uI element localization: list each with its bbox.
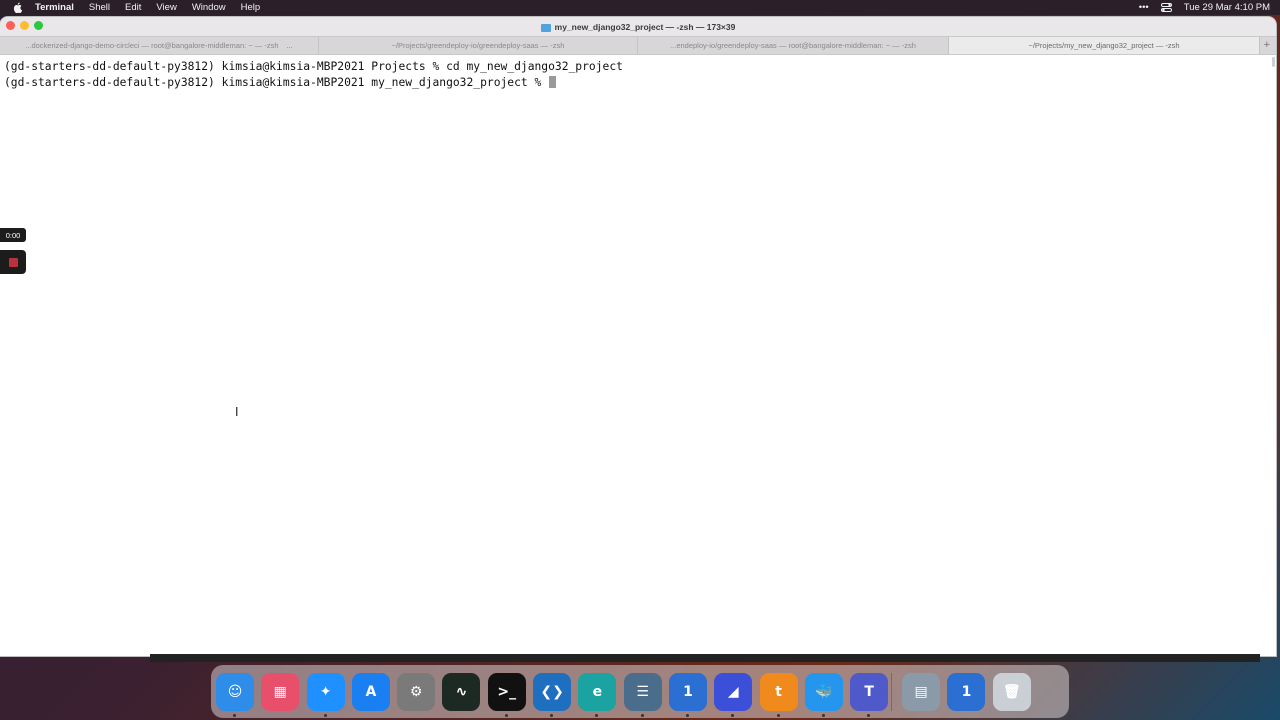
window-title: my_new_django32_project — -zsh — 173×39 [554,21,736,32]
tab-label: ~/Projects/my_new_django32_project — -zs… [1028,41,1180,50]
dock-separator [891,672,893,711]
transmit-icon[interactable]: t [759,672,798,717]
tab-label: ...endeploy-io/greendeploy-saas — root@b… [670,41,916,50]
menu-bar: Terminal Shell Edit View Window Help •••… [0,0,1280,15]
desktop-strip [150,654,1260,662]
preview-icon[interactable]: ▤ [902,672,941,711]
tab-greendeploy-saas[interactable]: ~/Projects/greendeploy-io/greendeploy-sa… [319,37,638,54]
running-indicator [504,713,508,717]
running-indicator [776,713,780,717]
menu-view[interactable]: View [156,0,176,15]
zoom-button[interactable] [34,21,43,30]
docker-icon[interactable]: 🐳 [804,672,843,717]
stop-recording-button[interactable] [0,250,26,274]
menu-shell[interactable]: Shell [89,0,110,15]
dock: ☺ ▦ ✦ A ⚙ ∿ >_ ❮❯ e ☰ 1 ◢ t 🐳 T ▤ 1 🗑 [211,665,1069,718]
recording-timer: 0:00 [0,228,26,242]
running-indicator [821,713,825,717]
menu-clock[interactable]: Tue 29 Mar 4:10 PM [1184,2,1270,13]
safari-icon[interactable]: ✦ [306,672,345,717]
tab-dockerized-django[interactable]: ...dockerized-django-demo-circleci — roo… [0,37,319,54]
new-tab-button[interactable]: + [1264,39,1270,51]
tab-label: ~/Projects/greendeploy-io/greendeploy-sa… [391,41,565,50]
running-indicator [233,713,236,717]
vscode-icon[interactable]: ❮❯ [533,672,572,717]
finder-icon[interactable]: ☺ [216,672,254,717]
launchpad-icon[interactable]: ▦ [261,672,300,711]
running-indicator [595,713,599,717]
menu-app-name[interactable]: Terminal [35,0,74,15]
stop-icon [8,257,18,267]
1password-doc-icon[interactable]: 1 [947,672,986,711]
edge-icon[interactable]: e [578,672,617,717]
teams-icon[interactable]: T [850,672,889,717]
tab-greendeploy-remote[interactable]: ...endeploy-io/greendeploy-saas — root@b… [638,37,949,54]
trash-icon[interactable]: 🗑 [992,672,1031,711]
archive-icon[interactable]: ☰ [623,672,662,717]
system-preferences-icon[interactable]: ⚙ [397,672,436,711]
ibeam-cursor-icon: I [235,405,239,419]
menu-help[interactable]: Help [241,0,261,15]
terminal-prompt: (gd-starters-dd-default-py3812) kimsia@k… [4,75,549,89]
title-bar[interactable]: my_new_django32_project — -zsh — 173×39 [0,17,1276,36]
app-store-icon[interactable]: A [351,672,390,711]
tab-overflow: ... [286,41,293,50]
folder-icon [540,23,551,32]
1password-icon[interactable]: 1 [668,672,707,717]
running-indicator [867,713,871,717]
tab-label: ...dockerized-django-demo-circleci — roo… [25,41,279,50]
terminal-window: my_new_django32_project — -zsh — 173×39 … [0,17,1276,656]
running-indicator [323,713,327,717]
terminal-line: (gd-starters-dd-default-py3812) kimsia@k… [4,60,623,73]
close-button[interactable] [6,21,15,30]
text-cursor [549,75,557,88]
running-indicator [550,713,554,717]
control-center-icon[interactable] [1160,3,1172,12]
linear-icon[interactable]: ◢ [714,672,753,717]
terminal-output[interactable]: (gd-starters-dd-default-py3812) kimsia@k… [0,55,1276,655]
minimize-button[interactable] [20,21,29,30]
running-indicator [685,713,689,717]
terminal-icon[interactable]: >_ [487,672,526,717]
tab-my-new-django32-project[interactable]: ~/Projects/my_new_django32_project — -zs… [949,37,1260,54]
running-indicator [640,713,644,717]
terminal-prompt-line: (gd-starters-dd-default-py3812) kimsia@k… [4,75,1276,91]
menu-edit[interactable]: Edit [125,0,141,15]
scrollbar[interactable] [1272,57,1275,67]
menu-window[interactable]: Window [192,0,226,15]
menu-extras-icon[interactable]: ••• [1139,2,1149,13]
running-indicator [731,713,735,717]
tab-bar: ...dockerized-django-demo-circleci — roo… [0,36,1276,55]
apple-icon[interactable] [13,2,23,13]
activity-monitor-icon[interactable]: ∿ [442,672,481,711]
